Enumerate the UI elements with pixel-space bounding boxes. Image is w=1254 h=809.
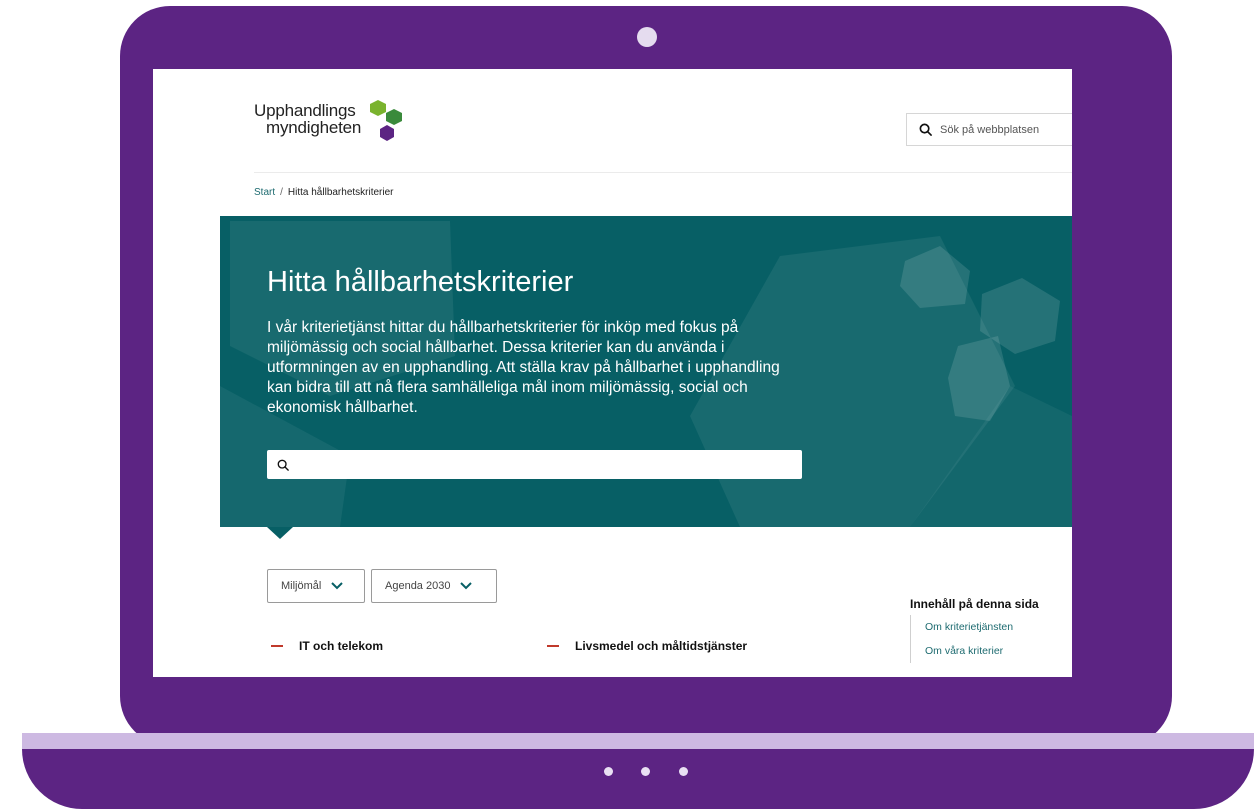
logo-wordmark: Upphandlings myndigheten — [254, 102, 361, 136]
category-it-telekom[interactable]: IT och telekom — [271, 639, 383, 653]
minus-icon — [547, 645, 559, 647]
category-label: IT och telekom — [299, 639, 384, 653]
chevron-down-icon — [331, 582, 344, 590]
base-dot — [641, 767, 650, 776]
site-search-box[interactable]: Sök på webbplatsen — [906, 113, 1072, 146]
base-dot — [604, 767, 613, 776]
toc-list: Om kriterietjänsten Om våra kriterier — [910, 615, 1013, 663]
toc-heading: Innehåll på denna sida — [910, 597, 1039, 611]
breadcrumb-start-link[interactable]: Start — [254, 187, 275, 198]
laptop-base-lip — [22, 733, 1254, 749]
criteria-search-input[interactable] — [267, 450, 802, 479]
hero-banner: Hitta hållbarhetskriterier I vår kriteri… — [220, 216, 1072, 527]
category-livsmedel[interactable]: Livsmedel och måltidstjänster — [547, 639, 747, 653]
search-icon — [277, 459, 289, 471]
breadcrumb-current: Hitta hållbarhetskriterier — [287, 187, 394, 198]
laptop-base — [22, 733, 1254, 809]
logo-line-2: myndigheten — [266, 118, 362, 137]
base-dot — [679, 767, 688, 776]
search-icon — [919, 123, 932, 136]
browser-screen: Upphandlings myndigheten Sök på webbplat… — [153, 69, 1072, 677]
site-search-placeholder: Sök på webbplatsen — [940, 123, 1040, 136]
filter-label: Agenda 2030 — [385, 580, 451, 592]
minus-icon — [271, 645, 283, 647]
page-title: Hitta hållbarhetskriterier — [267, 266, 574, 298]
site-logo[interactable]: Upphandlings myndigheten — [254, 100, 402, 141]
filter-agenda-2030-dropdown[interactable]: Agenda 2030 — [371, 569, 497, 603]
hero-description: I vår kriterietjänst hittar du hållbarhe… — [267, 319, 780, 416]
category-label: Livsmedel och måltidstjänster — [575, 639, 748, 653]
logo-hexagons-icon — [370, 100, 402, 141]
breadcrumb: Start / Hitta hållbarhetskriterier — [254, 187, 394, 198]
filter-miljomal-dropdown[interactable]: Miljömål — [267, 569, 365, 603]
breadcrumb-separator: / — [280, 187, 283, 198]
header-divider — [254, 172, 1072, 173]
chevron-down-icon — [460, 582, 473, 590]
toc-link-om-kriterietjansten[interactable]: Om kriterietjänsten — [925, 615, 1013, 639]
filter-label: Miljömål — [281, 580, 322, 592]
hero-pointer — [267, 527, 293, 539]
camera-dot — [637, 27, 657, 47]
toc-link-om-vara-kriterier[interactable]: Om våra kriterier — [925, 639, 1013, 663]
